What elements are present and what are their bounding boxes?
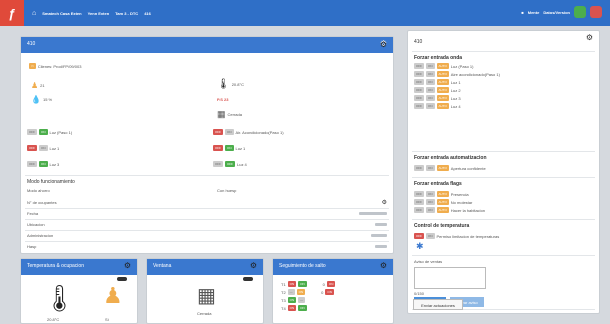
override-row[interactable]: OFF ON AUTO Luz (Paso 1) <box>414 63 500 69</box>
breadcrumb-item[interactable]: Tam 3 - DTC <box>115 11 138 16</box>
thermometer: 🌡 20.8°C <box>217 79 244 90</box>
gear-icon[interactable]: ⚙ <box>250 261 257 270</box>
list-row[interactable]: N° de ocupantes ⚙ <box>27 199 387 206</box>
override-row[interactable]: OFF ON AUTO Luz 3 <box>414 95 500 101</box>
room-panel-header: 410 ⚙ <box>21 37 393 53</box>
top-bar: ƒ ⌂ Smatech Casa Exten Yenn Exten Tam 3 … <box>0 0 610 26</box>
override-row[interactable]: OFF ON AUTO Aire acondicionado(Paso 1) <box>414 71 500 77</box>
thermometer-icon: 🌡 <box>217 79 230 90</box>
override-row[interactable]: OFF ON AUTO Presencia <box>414 191 469 197</box>
window-panel: Ventana ⚙ ▦ Cerrada <box>146 258 264 324</box>
override-row[interactable]: OFF ON AUTO Apertura confidente <box>414 165 486 171</box>
jump-tracking-panel: Seguimiento de salto ⚙ T1 ON ON 0 ON T2— ON 0 ON… <box>272 258 394 324</box>
flag-row[interactable]: OFF ON Luz (Paso 1) <box>27 129 72 135</box>
menu-link[interactable]: Mente <box>528 10 540 15</box>
mode-col1: Modo ahorro <box>27 188 50 193</box>
window-icon: ▦ <box>217 109 226 119</box>
temp-control-row[interactable]: OFF ON Permiso limitacion de temperaturas <box>414 233 499 239</box>
breadcrumb-item[interactable]: Yenn Exten <box>88 11 110 16</box>
mode-col2: Con huesp <box>217 188 237 193</box>
gear-icon[interactable]: ⚙ <box>382 199 387 206</box>
window-state: ▦ Cerrada <box>217 109 242 119</box>
section-title: Control de temperatura <box>414 223 470 229</box>
mode-title: Modo funcionamiento <box>27 179 75 185</box>
toggle-switch[interactable] <box>117 277 127 281</box>
flag-row[interactable]: OFF ON Luz 1 <box>27 145 59 151</box>
top-right-menu: ■ Mente Datos/Version <box>521 6 602 18</box>
thermometer-small: ♟ 21 <box>31 81 45 90</box>
humidity: 💧 15 % <box>31 95 53 104</box>
override-row[interactable]: OFF ON AUTO Luz 2 <box>414 87 500 93</box>
user-menu[interactable]: Datos/Version <box>543 10 570 15</box>
gear-icon[interactable]: ⚙ <box>124 261 131 270</box>
override-row[interactable]: OFF ON AUTO Hacer la habitacion <box>414 207 485 213</box>
flag-row[interactable]: OFF ON Luz 3 <box>27 161 59 167</box>
person-icon: ♟ <box>31 81 39 90</box>
side-title: 410 <box>414 39 423 45</box>
breadcrumb: ⌂ Smatech Casa Exten Yenn Exten Tam 3 - … <box>32 10 151 17</box>
list-row[interactable]: Fecha <box>27 211 387 216</box>
water-drop-icon: 💧 <box>31 95 41 104</box>
notification-icon[interactable]: ■ <box>521 10 523 15</box>
section-title: Forzar entrada onda <box>414 55 463 61</box>
device-icon: ▭ <box>29 63 36 69</box>
list-row[interactable]: Hasp <box>27 244 387 249</box>
power-button[interactable] <box>590 6 602 18</box>
override-row[interactable]: OFF ON AUTO Luz 4 <box>414 103 500 109</box>
toggle-switch[interactable] <box>243 277 253 281</box>
section-list: OFF ON AUTO Luz (Paso 1) OFF ON AUTO Aire acon… <box>414 63 500 111</box>
home-icon[interactable]: ⌂ <box>32 10 36 17</box>
notes-count: 0/150 <box>414 291 425 296</box>
flag-row[interactable]: OFF ON Air. Acondicionado(Paso 1) <box>213 129 284 135</box>
section-title: Forzar entrada automatizacion <box>414 155 487 161</box>
divider <box>25 175 389 176</box>
breadcrumb-item[interactable]: 416 <box>144 11 151 16</box>
gear-icon[interactable]: ⚙ <box>586 33 593 42</box>
app-logo[interactable]: ƒ <box>0 0 24 26</box>
list-row[interactable]: Ubicacion <box>27 222 387 227</box>
flag-row[interactable]: OFF ON Luz 1 <box>213 145 245 151</box>
thermometer-icon: 🌡 <box>43 283 77 313</box>
gear-icon[interactable]: ⚙ <box>380 261 387 270</box>
occupancy-panel: Temperatura & ocupacion ⚙ 🌡 ♟ 20.8°C Sí <box>20 258 138 324</box>
breadcrumb-item[interactable]: Smatech Casa Exten <box>42 11 81 16</box>
notes-textarea[interactable] <box>414 267 486 289</box>
room-title: 410 <box>27 41 36 47</box>
notes-title: Aviso de ventas <box>414 259 443 264</box>
room-panel: 410 ⚙ ⚙ ▭ Clienes: Prod/FP/09/003 ♟ 21 💧… <box>20 36 394 254</box>
section-title: Forzar entrada flags <box>414 181 462 187</box>
apply-actions-button[interactable]: Enviar actuaciones <box>413 299 463 310</box>
device-line: ▭ Clienes: Prod/FP/09/003 <box>29 63 82 69</box>
ps-value: P.S 23 <box>217 97 229 102</box>
override-row[interactable]: OFF ON AUTO No molestar <box>414 199 472 205</box>
status-green-button[interactable] <box>574 6 586 18</box>
window-icon: ▦ <box>197 285 216 307</box>
override-row[interactable]: OFF ON AUTO Luz 1 <box>414 79 500 85</box>
flag-row[interactable]: OFF OFF Luz 4 <box>213 161 247 167</box>
person-icon: ♟ <box>103 283 123 308</box>
side-panel: 410 ⚙ Forzar entrada onda OFF ON AUTO Luz (… <box>407 30 600 314</box>
list-row[interactable]: Administracion <box>27 233 387 238</box>
tracking-grid: T1 ON ON 0 ON T2— ON 0 ON T3 ON — T4 ON ON <box>281 281 336 311</box>
snowflake-icon: ✱ <box>416 241 424 251</box>
settings-icon[interactable]: ⚙ <box>380 40 387 49</box>
